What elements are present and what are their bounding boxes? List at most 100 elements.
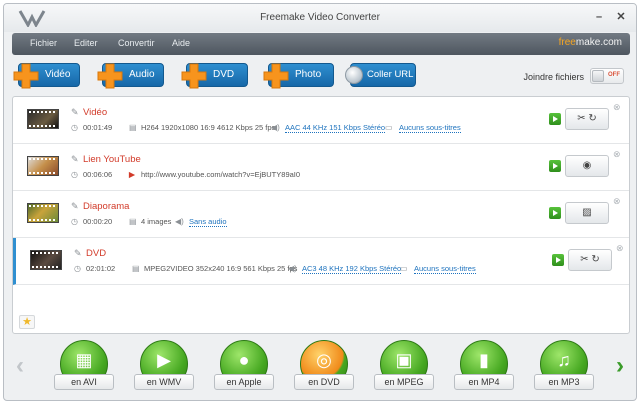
toggle-state: OFF — [608, 72, 620, 78]
image-icon: ▨ — [582, 207, 592, 218]
add-audio-label: Audio — [129, 69, 155, 80]
clock-icon: ◷ — [71, 170, 78, 179]
remove-icon[interactable]: ⊗ — [613, 196, 621, 207]
format-bar: ‹ ▦ en AVI ▶ en WMV ● en Apple ◎ en DVD … — [4, 336, 636, 400]
file-row[interactable]: ✎ Vidéo ◷ 00:01:49 ▤ H264 1920x1080 16:9… — [13, 97, 629, 144]
menu-editer[interactable]: Editer — [74, 38, 98, 48]
media-play-icon: ▶ — [157, 350, 171, 370]
film-icon: ▤ — [129, 217, 137, 226]
globe-icon — [345, 66, 363, 84]
file-name[interactable]: DVD — [86, 248, 106, 259]
subtitles-link[interactable]: Aucuns sous-titres — [414, 264, 476, 274]
youtube-url: http://www.youtube.com/watch?v=EjBUTY89a… — [141, 170, 301, 179]
join-files-toggle[interactable]: OFF — [590, 68, 624, 84]
format-wmv-button[interactable]: ▶ en WMV — [132, 340, 196, 398]
video-specs: H264 1920x1080 16:9 4612 Kbps 25 fps — [141, 123, 276, 132]
plus-icon — [13, 63, 39, 89]
file-list: ✎ Vidéo ◷ 00:01:49 ▤ H264 1920x1080 16:9… — [12, 96, 630, 334]
add-video-label: Vidéo — [45, 69, 71, 80]
photo-edit-button[interactable]: ▨ — [565, 202, 609, 224]
menu-convertir[interactable]: Convertir — [118, 38, 155, 48]
file-row[interactable]: ✎ DVD ◷ 02:01:02 ▤ MPEG2VIDEO 352x240 16… — [13, 238, 629, 285]
remove-icon[interactable]: ⊗ — [613, 149, 621, 160]
play-button[interactable] — [552, 254, 564, 266]
dvd-thumbnail — [30, 250, 62, 270]
speaker-icon: ◀) — [288, 264, 297, 273]
play-button[interactable] — [549, 207, 561, 219]
title-bar: Freemake Video Converter – ✕ — [4, 4, 636, 32]
format-avi-button[interactable]: ▦ en AVI — [52, 340, 116, 398]
minimize-button[interactable]: – — [592, 10, 606, 24]
clock-icon: ◷ — [71, 123, 78, 132]
format-label: en MP4 — [454, 374, 514, 390]
headphones-icon: ♫ — [557, 350, 571, 370]
format-mp3-button[interactable]: ♫ en MP3 — [532, 340, 596, 398]
app-window: Freemake Video Converter – ✕ Fichier Edi… — [3, 3, 637, 401]
paste-url-button[interactable]: Coller URL — [345, 63, 416, 87]
brand-prefix: free — [558, 37, 576, 48]
add-video-button[interactable]: Vidéo — [13, 63, 80, 89]
remove-icon[interactable]: ⊗ — [616, 243, 624, 254]
close-button[interactable]: ✕ — [614, 10, 628, 24]
clock-icon: ◷ — [74, 264, 81, 273]
scissors-icon: ✂ ↻ — [580, 254, 600, 265]
add-photo-button[interactable]: Photo — [263, 63, 334, 89]
globe-icon: ◉ — [582, 160, 592, 171]
audio-track-link[interactable]: AC3 48 KHz 192 Kbps Stéréo — [302, 264, 402, 274]
edit-pencil-icon[interactable]: ✎ — [71, 107, 79, 118]
duration: 00:00:20 — [83, 217, 113, 226]
tv-icon: ▣ — [395, 350, 413, 370]
subtitles-link[interactable]: Aucuns sous-titres — [399, 123, 461, 133]
join-files-label: Joindre fichiers — [523, 72, 584, 82]
play-button[interactable] — [549, 113, 561, 125]
subtitle-bubble-icon: ▭ — [400, 264, 408, 273]
edit-pencil-icon[interactable]: ✎ — [74, 248, 82, 259]
duration: 00:01:49 — [83, 123, 113, 132]
apple-logo-icon: ● — [238, 350, 250, 370]
format-label: en DVD — [294, 374, 354, 390]
format-dvd-button[interactable]: ◎ en DVD — [292, 340, 356, 398]
format-label: en WMV — [134, 374, 194, 390]
image-count: 4 images — [141, 217, 172, 226]
file-name[interactable]: Vidéo — [83, 107, 107, 118]
duration: 00:06:06 — [83, 170, 113, 179]
subtitle-bubble-icon: ▭ — [385, 123, 393, 132]
file-row[interactable]: ✎ Diaporama ◷ 00:00:20 ▤ 4 images ◀) San… — [13, 191, 629, 238]
cut-edit-button[interactable]: ✂ ↻ — [568, 249, 612, 271]
format-label: en MP3 — [534, 374, 594, 390]
file-name[interactable]: Diaporama — [83, 201, 129, 212]
edit-pencil-icon[interactable]: ✎ — [71, 201, 79, 212]
format-mp4-button[interactable]: ▮ en MP4 — [452, 340, 516, 398]
file-name[interactable]: Lien YouTube — [83, 154, 141, 165]
add-audio-button[interactable]: Audio — [97, 63, 164, 89]
add-photo-label: Photo — [295, 69, 322, 80]
duration: 02:01:02 — [86, 264, 116, 273]
format-label: en MPEG — [374, 374, 434, 390]
video-specs: MPEG2VIDEO 352x240 16:9 561 Kbps 25 fps — [144, 264, 298, 273]
film-icon: ▤ — [132, 264, 140, 273]
audio-track-link[interactable]: AAC 44 KHz 151 Kbps Stéréo — [285, 123, 386, 133]
edit-pencil-icon[interactable]: ✎ — [71, 154, 79, 165]
remove-icon[interactable]: ⊗ — [613, 102, 621, 113]
slideshow-thumbnail — [27, 203, 59, 223]
plus-icon — [263, 63, 289, 89]
web-button[interactable]: ◉ — [565, 155, 609, 177]
play-button[interactable] — [549, 160, 561, 172]
cut-edit-button[interactable]: ✂ ↻ — [565, 108, 609, 130]
file-row[interactable]: ✎ Lien YouTube ◷ 00:06:06 ▶ http://www.y… — [13, 144, 629, 191]
scroll-left-arrow-icon[interactable]: ‹ — [16, 352, 24, 380]
format-apple-button[interactable]: ● en Apple — [212, 340, 276, 398]
toolbar: Vidéo Audio DVD Photo Coller URL Joindre… — [4, 58, 636, 98]
scroll-right-arrow-icon[interactable]: › — [616, 352, 624, 380]
video-thumbnail — [27, 156, 59, 176]
disc-icon: ◎ — [316, 350, 332, 370]
speaker-icon: ◀) — [271, 123, 280, 132]
brand-link[interactable]: freemake.com — [559, 37, 622, 48]
favorite-star-icon[interactable]: ★ — [19, 315, 35, 329]
menu-aide[interactable]: Aide — [172, 38, 190, 48]
format-mpeg-button[interactable]: ▣ en MPEG — [372, 340, 436, 398]
video-thumbnail — [27, 109, 59, 129]
add-dvd-button[interactable]: DVD — [181, 63, 248, 89]
menu-fichier[interactable]: Fichier — [30, 38, 57, 48]
audio-track-link[interactable]: Sans audio — [189, 217, 227, 227]
